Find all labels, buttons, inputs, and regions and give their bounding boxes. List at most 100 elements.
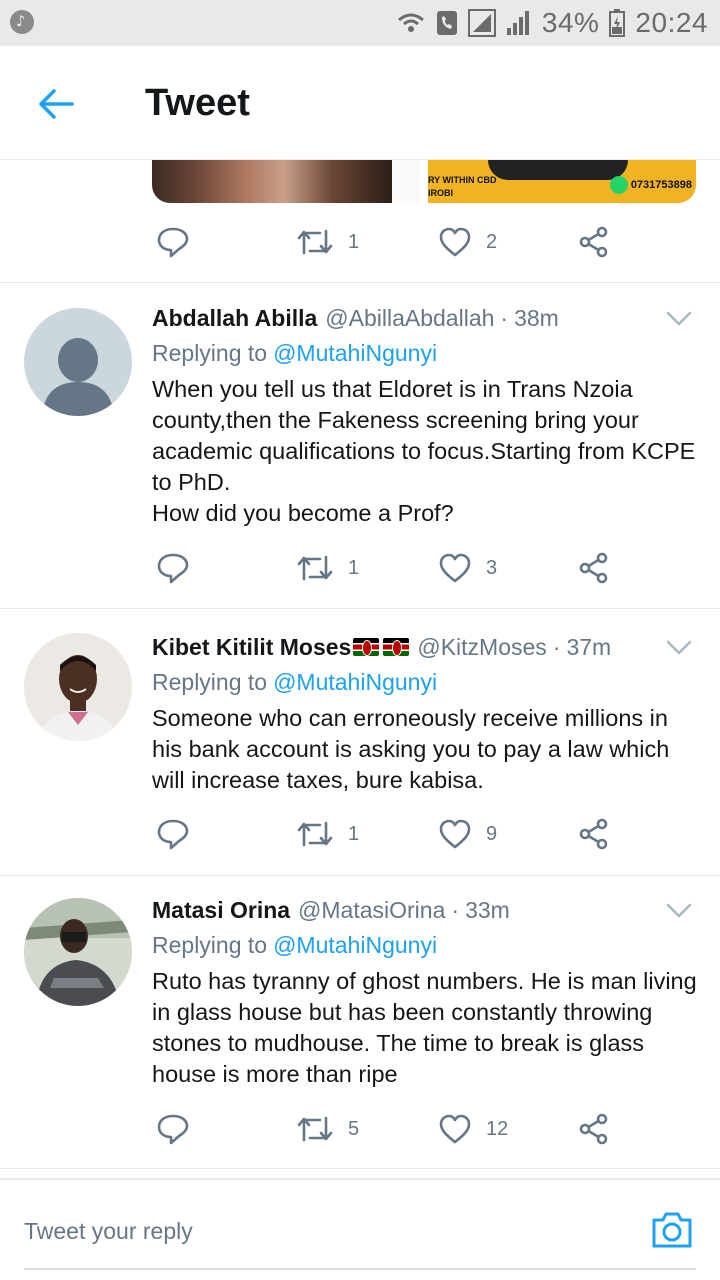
- battery-percent: 34%: [541, 7, 600, 38]
- display-name[interactable]: Matasi Orina: [152, 897, 290, 924]
- tweet-actions: 1 2: [152, 222, 622, 262]
- reply-button[interactable]: [156, 222, 190, 262]
- media-caption-2: IROBI: [428, 188, 454, 198]
- tweet-actions: 5 12: [152, 1109, 622, 1149]
- tweet-actions: 1 9: [152, 814, 622, 854]
- mention-link[interactable]: @MutahiNgunyi: [273, 340, 437, 367]
- tweet-header: Abdallah Abilla @AbillaAbdallah · 38m: [152, 300, 697, 336]
- user-photo: [24, 633, 132, 741]
- like-count: 3: [486, 556, 498, 579]
- share-icon: [579, 1113, 608, 1145]
- chevron-down-icon[interactable]: [666, 900, 692, 920]
- divider: [0, 875, 720, 876]
- like-icon: [439, 819, 471, 849]
- user-handle[interactable]: @KitzMoses: [417, 634, 546, 661]
- avatar[interactable]: [24, 898, 132, 1006]
- like-button[interactable]: 9: [438, 814, 497, 854]
- reply-compose-bar: Tweet your reply: [0, 1178, 720, 1280]
- replying-to: Replying to @MutahiNgunyi: [152, 668, 438, 696]
- chevron-down-icon[interactable]: [666, 308, 692, 328]
- input-underline: [24, 1268, 696, 1270]
- default-avatar-icon: [42, 338, 114, 416]
- timestamp: 37m: [566, 633, 612, 660]
- media-photo-left[interactable]: [152, 160, 420, 203]
- page-title: Tweet: [145, 82, 250, 124]
- back-button[interactable]: [30, 82, 82, 126]
- reply-icon: [157, 553, 189, 584]
- retweet-icon: [297, 555, 333, 581]
- reply-input[interactable]: Tweet your reply: [24, 1206, 624, 1256]
- tweet-header: Kibet Kitilit Moses @KitzMoses · 37m: [152, 629, 697, 665]
- like-button[interactable]: 2: [438, 222, 497, 262]
- tweet-media[interactable]: RY WITHIN CBD IROBI 0731753898: [152, 160, 696, 203]
- retweet-button[interactable]: 1: [296, 548, 359, 588]
- share-button[interactable]: [578, 1109, 610, 1149]
- retweet-count: 1: [348, 230, 360, 253]
- share-icon: [579, 552, 608, 584]
- retweet-count: 5: [348, 1117, 360, 1140]
- status-bar: ♪ 34% 20:24: [0, 0, 720, 46]
- battery-icon: [609, 9, 626, 37]
- retweet-button[interactable]: 1: [296, 222, 359, 262]
- retweet-count: 1: [348, 556, 360, 579]
- like-count: 2: [486, 230, 498, 253]
- tweet-text: Someone who can erroneously receive mill…: [152, 705, 670, 793]
- mention-link[interactable]: @MutahiNgunyi: [273, 932, 437, 959]
- retweet-icon: [297, 229, 333, 255]
- reply-button[interactable]: [156, 1109, 190, 1149]
- share-button[interactable]: [578, 814, 610, 854]
- separator-dot: ·: [500, 304, 509, 331]
- media-phone: 0731753898: [609, 176, 692, 194]
- share-button[interactable]: [578, 222, 610, 262]
- wifi-calling-icon: [397, 13, 424, 32]
- retweet-button[interactable]: 1: [296, 814, 359, 854]
- display-name[interactable]: Kibet Kitilit Moses: [152, 634, 351, 661]
- phone-icon: [436, 11, 457, 35]
- signal-strength-icon: [506, 11, 529, 35]
- reply-icon: [157, 819, 189, 850]
- user-handle[interactable]: @AbillaAbdallah: [325, 305, 494, 332]
- status-icons: 34% 20:24: [396, 6, 708, 40]
- mention-link[interactable]: @MutahiNgunyi: [273, 669, 437, 696]
- timestamp: 38m: [514, 304, 559, 331]
- chevron-down-icon[interactable]: [666, 637, 692, 657]
- like-icon: [439, 1114, 471, 1144]
- like-icon: [439, 227, 471, 257]
- tweet-actions: 1 3: [152, 548, 622, 588]
- divider: [0, 1168, 720, 1169]
- reply-icon: [157, 227, 189, 258]
- user-photo: [24, 898, 132, 1006]
- kenya-flag-icon: [383, 638, 410, 656]
- share-icon: [579, 226, 608, 258]
- like-button[interactable]: 12: [438, 1109, 508, 1149]
- timestamp: 33m: [465, 896, 510, 923]
- replying-to: Replying to @MutahiNgunyi: [152, 931, 438, 959]
- user-handle[interactable]: @MatasiOrina: [298, 897, 445, 924]
- whatsapp-icon: [609, 176, 628, 194]
- retweet-icon: [297, 821, 333, 847]
- tweet-text: Ruto has tyranny of ghost numbers. He is…: [152, 968, 697, 1087]
- display-name[interactable]: Abdallah Abilla: [152, 305, 317, 332]
- avatar[interactable]: [24, 308, 132, 416]
- reply-button[interactable]: [156, 548, 190, 588]
- share-icon: [579, 818, 608, 850]
- back-arrow-icon: [39, 89, 74, 119]
- separator-dot: ·: [451, 896, 460, 923]
- like-count: 9: [486, 822, 498, 845]
- tweet-header: Matasi Orina @MatasiOrina · 33m: [152, 892, 697, 928]
- camera-icon[interactable]: [650, 1210, 694, 1250]
- divider: [0, 282, 720, 283]
- share-button[interactable]: [578, 548, 610, 588]
- kenya-flag-icon: [353, 638, 380, 656]
- signal-box-icon: [467, 9, 496, 37]
- retweet-count: 1: [348, 822, 360, 845]
- divider: [0, 608, 720, 609]
- like-count: 12: [486, 1117, 509, 1140]
- like-button[interactable]: 3: [438, 548, 497, 588]
- reply-button[interactable]: [156, 814, 190, 854]
- clock: 20:24: [635, 7, 708, 38]
- retweet-icon: [297, 1116, 333, 1142]
- media-photo-right[interactable]: RY WITHIN CBD IROBI 0731753898: [428, 160, 696, 203]
- retweet-button[interactable]: 5: [296, 1109, 359, 1149]
- avatar[interactable]: [24, 633, 132, 741]
